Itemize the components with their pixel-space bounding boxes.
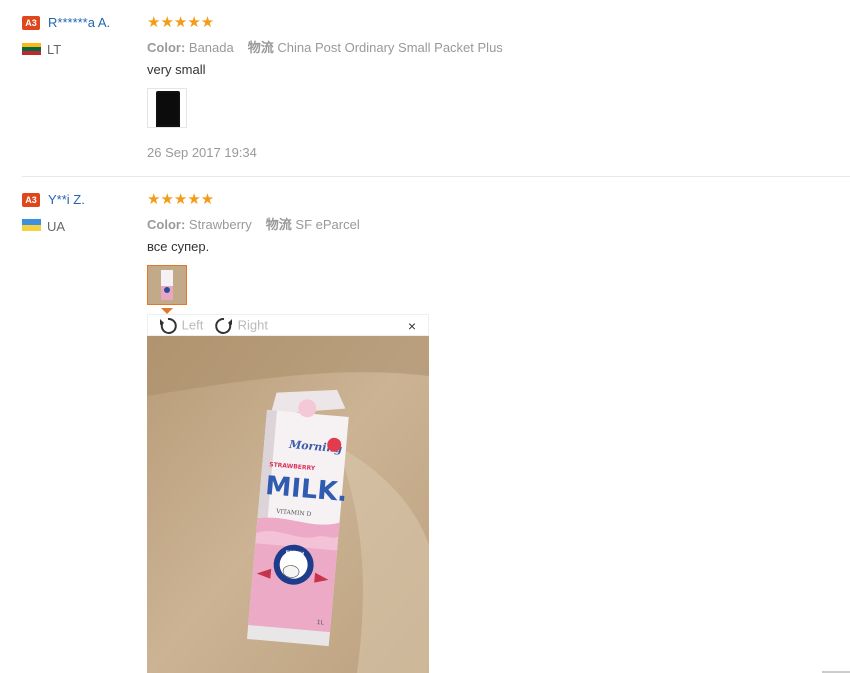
color-label: Color: bbox=[147, 217, 186, 232]
review-date: 26 Sep 2017 19:34 bbox=[147, 145, 257, 160]
buyer-country: UA bbox=[47, 219, 66, 234]
buyer-level-badge: A3 bbox=[22, 16, 40, 30]
logistics-value: China Post Ordinary Small Packet Plus bbox=[277, 40, 503, 55]
buyer-name[interactable]: R******a A. bbox=[48, 15, 110, 30]
review-photo-thumbnail-selected[interactable] bbox=[147, 265, 187, 305]
logistics-value: SF eParcel bbox=[295, 217, 360, 232]
buyer-name[interactable]: Y**i Z. bbox=[48, 192, 85, 207]
review-divider bbox=[22, 176, 850, 177]
review-photo-large: Morning STRAWBERRY MILK. VITAMIN D FRESH… bbox=[147, 336, 429, 673]
rotate-right-label: Right bbox=[237, 317, 268, 333]
color-value: Strawberry bbox=[188, 217, 252, 232]
order-info: Color: Strawberry 物流 SF eParcel bbox=[147, 214, 360, 233]
rotate-left-label: Left bbox=[181, 317, 204, 333]
rotate-left-button[interactable]: Left bbox=[158, 317, 203, 335]
rotate-right-button[interactable]: Right bbox=[214, 317, 268, 335]
color-value: Banada bbox=[188, 40, 234, 55]
rotate-right-icon bbox=[215, 317, 232, 334]
rating-stars: ★★★★★ bbox=[147, 191, 215, 208]
buyer-country: LT bbox=[47, 42, 62, 57]
review-text: very small bbox=[147, 62, 206, 77]
rating-stars: ★★★★★ bbox=[147, 14, 215, 31]
order-info: Color: Banada 物流 China Post Ordinary Smal… bbox=[147, 37, 503, 56]
review-text: все супер. bbox=[147, 239, 210, 254]
color-label: Color: bbox=[147, 40, 186, 55]
lithuania-flag-icon bbox=[22, 43, 41, 55]
milk-carton-photo: Morning STRAWBERRY MILK. VITAMIN D FRESH… bbox=[147, 336, 429, 673]
image-viewer-toolbar: Left Right × bbox=[147, 314, 429, 336]
milk-carton-photo-icon bbox=[148, 266, 186, 304]
ukraine-flag-icon bbox=[22, 219, 41, 231]
logistics-label: 物流 bbox=[247, 40, 274, 55]
review-photo-thumbnail[interactable] bbox=[147, 88, 187, 129]
close-viewer-button[interactable]: × bbox=[408, 318, 416, 334]
buyer-level-badge: A3 bbox=[22, 193, 40, 207]
rotate-left-icon bbox=[160, 317, 177, 334]
logistics-label: 物流 bbox=[265, 217, 292, 232]
phone-photo-icon bbox=[156, 91, 180, 129]
volume-text: 1L bbox=[316, 619, 324, 627]
